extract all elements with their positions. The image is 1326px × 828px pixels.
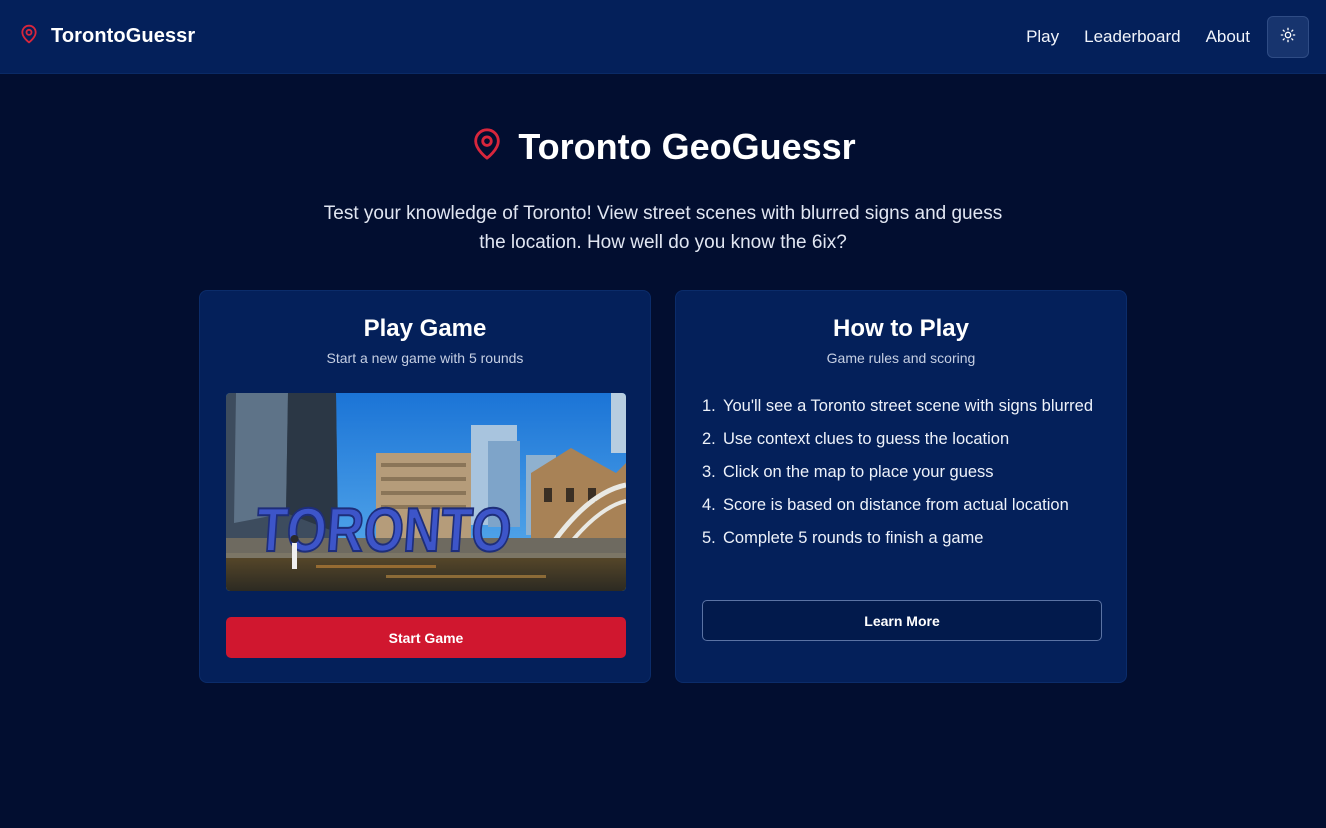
list-item-text: Complete 5 rounds to finish a game	[723, 529, 984, 547]
toronto-sign-image: TORONTO	[226, 393, 626, 591]
list-item-number: 4.	[702, 496, 716, 514]
card-title: How to Play	[832, 315, 970, 342]
list-item-number: 3.	[702, 463, 716, 481]
learn-more-button[interactable]: Learn More	[702, 600, 1102, 641]
list-item-text: You'll see a Toronto street scene with s…	[723, 397, 1094, 415]
map-pin-icon	[470, 124, 504, 169]
play-game-card: Play Game Start a new game with 5 rounds	[199, 290, 651, 683]
list-item: 1. You'll see a Toronto street scene wit…	[702, 394, 1102, 418]
nav-links: Play Leaderboard About	[1026, 15, 1309, 58]
start-game-button[interactable]: Start Game	[226, 617, 626, 658]
nav-link-about[interactable]: About	[1206, 27, 1250, 47]
list-item: 3. Click on the map to place your guess	[702, 460, 1102, 484]
list-item-text: Click on the map to place your guess	[723, 463, 994, 481]
map-pin-icon	[19, 22, 39, 51]
page-title: Toronto GeoGuessr	[518, 125, 856, 167]
list-item: 2. Use context clues to guess the locati…	[702, 427, 1102, 451]
list-item-number: 1.	[702, 397, 716, 415]
list-item: 4. Score is based on distance from actua…	[702, 493, 1102, 517]
navbar: TorontoGuessr Play Leaderboard About	[0, 0, 1326, 74]
theme-toggle-button[interactable]	[1267, 15, 1309, 58]
list-item-text: Use context clues to guess the location	[723, 430, 1010, 448]
nav-link-play[interactable]: Play	[1026, 27, 1059, 47]
page-subtitle: Test your knowledge of Toronto! View str…	[323, 203, 1003, 253]
sun-icon	[1280, 27, 1296, 46]
list-item-number: 2.	[702, 430, 716, 448]
how-to-play-card: How to Play Game rules and scoring 1. Yo…	[675, 290, 1127, 683]
list-item-number: 5.	[702, 529, 716, 547]
card-title: Play Game	[363, 315, 487, 342]
rules-list: 1. You'll see a Toronto street scene wit…	[702, 394, 1102, 559]
brand-logo-link[interactable]: TorontoGuessr	[19, 22, 195, 51]
list-item-text: Score is based on distance from actual l…	[723, 496, 1069, 514]
card-subtitle: Game rules and scoring	[826, 350, 976, 366]
nav-link-leaderboard[interactable]: Leaderboard	[1084, 27, 1180, 47]
card-subtitle: Start a new game with 5 rounds	[326, 350, 524, 366]
brand-name: TorontoGuessr	[51, 25, 196, 47]
hero-title: Toronto GeoGuessr	[0, 124, 1326, 169]
list-item: 5. Complete 5 rounds to finish a game	[702, 526, 1102, 550]
